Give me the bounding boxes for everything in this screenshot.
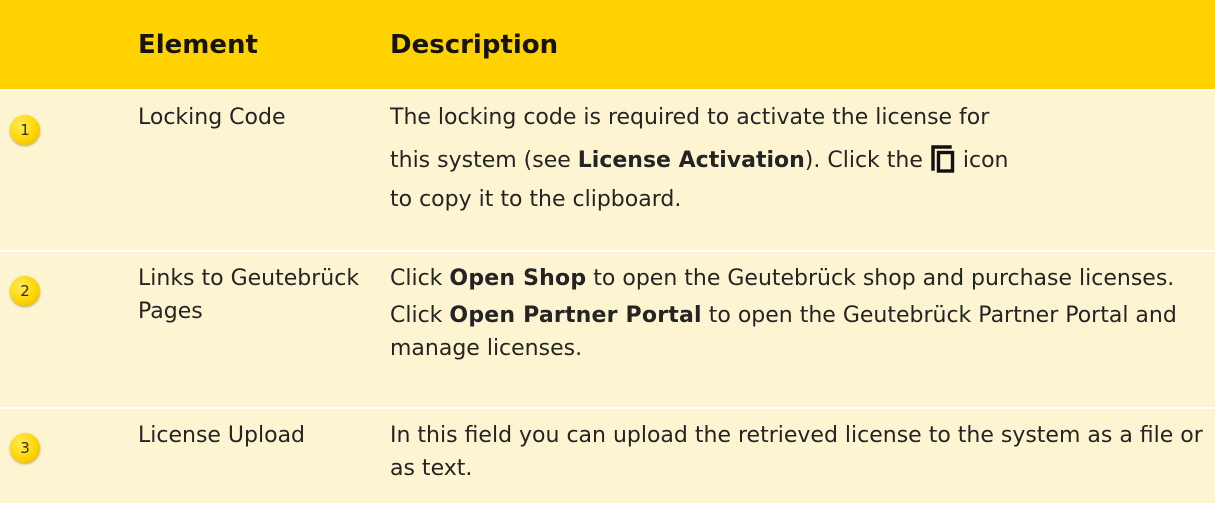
callout-badge-2: 2	[10, 276, 40, 306]
callout-cell: 1	[0, 90, 122, 251]
description-text: this system (see License Activation). Cl…	[390, 144, 1203, 183]
element-label: Locking Code	[138, 105, 286, 130]
description-text: Click	[390, 266, 450, 291]
description-cell: In this field you can upload the retriev…	[372, 408, 1215, 503]
description-text: to copy it to the clipboard.	[390, 187, 682, 212]
callout-cell: 2	[0, 251, 122, 408]
callout-badge-1: 1	[10, 115, 40, 145]
open-shop-reference: Open Shop	[449, 266, 587, 291]
table-row: 2 Links to Geutebrück Pages Click Open S…	[0, 251, 1215, 408]
description-text: Click	[390, 303, 450, 328]
open-partner-portal-reference: Open Partner Portal	[449, 303, 702, 328]
copy-icon	[931, 145, 955, 183]
description-text: ). Click the	[804, 148, 923, 173]
table-row: 1 Locking Code The locking code is requi…	[0, 90, 1215, 251]
header-description: Description	[390, 29, 559, 60]
table-header-row: Element Description	[0, 0, 1215, 90]
description-text: to open the Geutebrück shop and purchase…	[586, 266, 1175, 291]
description-text: The locking code is required to activate…	[390, 105, 990, 130]
description-paragraph: Click Open Partner Portal to open the Ge…	[390, 299, 1203, 365]
element-cell: Locking Code	[122, 90, 372, 251]
callout-cell: 3	[0, 408, 122, 503]
description-text: this system (see	[390, 148, 578, 173]
license-activation-reference: License Activation	[577, 148, 805, 173]
header-number-cell	[0, 0, 122, 90]
element-cell: License Upload	[122, 408, 372, 503]
table-row: 3 License Upload In this field you can u…	[0, 408, 1215, 503]
description-cell: The locking code is required to activate…	[372, 90, 1215, 251]
element-label: License Upload	[138, 423, 306, 448]
element-label: Links to Geutebrück Pages	[138, 266, 360, 324]
callout-badge-3: 3	[10, 433, 40, 463]
element-cell: Links to Geutebrück Pages	[122, 251, 372, 408]
header-element: Element	[138, 29, 258, 60]
description-text: In this field you can upload the retriev…	[390, 423, 1203, 481]
description-cell: Click Open Shop to open the Geutebrück s…	[372, 251, 1215, 408]
element-description-table: Element Description 1 Locking Code The l…	[0, 0, 1215, 503]
description-text: icon	[962, 148, 1009, 173]
description-paragraph: Click Open Shop to open the Geutebrück s…	[390, 262, 1203, 295]
